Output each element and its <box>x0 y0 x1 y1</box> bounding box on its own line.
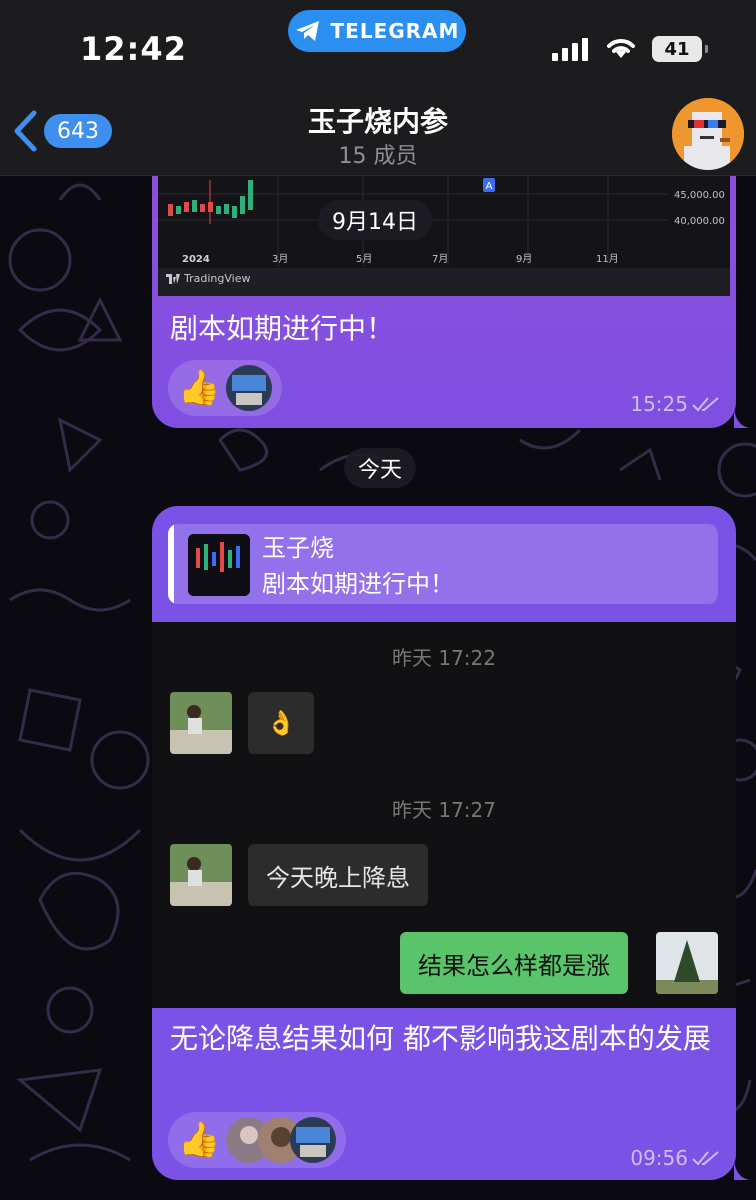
reply-preview[interactable]: 玉子烧 剧本如期进行中！ <box>168 524 718 604</box>
avatar <box>170 692 232 754</box>
telegram-icon <box>295 21 319 41</box>
message-meta: 15:25 <box>630 392 720 416</box>
double-check-icon <box>692 397 719 412</box>
month-tick: 9月 <box>516 253 532 265</box>
status-bar: 12:42 TELEGRAM 41 <box>0 0 756 92</box>
reply-author: 玉子烧 <box>262 534 334 562</box>
avatar <box>656 932 718 994</box>
month-tick: 5月 <box>356 253 372 265</box>
message-text: 剧本如期进行中！ <box>170 312 395 345</box>
reactions-bar[interactable]: 👍 <box>168 1112 347 1168</box>
date-separator: 今天 <box>344 448 417 488</box>
member-count: 15 成员 <box>338 144 418 169</box>
telegram-pill-label: TELEGRAM <box>330 19 460 43</box>
reactor-avatar <box>290 1117 337 1163</box>
wechat-timestamp: 昨天 17:27 <box>392 798 496 822</box>
chart-marker: A <box>486 181 493 192</box>
wechat-message-incoming: 👌 <box>248 692 314 754</box>
floating-date: 9月14日 <box>318 200 432 240</box>
tradingview-logo-icon <box>166 273 180 284</box>
bubble-tail <box>734 1160 750 1180</box>
double-check-icon <box>692 1151 719 1166</box>
chart-image-preview[interactable]: A 45,000.00 40,000.00 2024 3月 5月 7月 9月 1… <box>158 176 730 296</box>
month-tick: 11月 <box>596 253 619 265</box>
message-meta: 09:56 <box>630 1146 720 1170</box>
message-time: 09:56 <box>630 1146 688 1170</box>
wechat-screenshot[interactable]: 昨天 17:22 👌 昨天 17:27 今天晚上降息 结果怎么样都是涨 <box>152 622 736 1008</box>
message-time: 15:25 <box>630 392 688 416</box>
year-tick: 2024 <box>182 254 210 265</box>
reply-text: 剧本如期进行中！ <box>262 570 454 598</box>
message-text: 无论降息结果如何 都不影响我这剧本的发展 <box>170 1022 711 1055</box>
wechat-message-outgoing: 结果怎么样都是涨 <box>400 932 628 994</box>
battery-level: 41 <box>664 38 690 60</box>
chat-title[interactable]: 玉子烧内参 <box>0 100 756 140</box>
wechat-message-incoming: 今天晚上降息 <box>248 844 428 906</box>
pixel-punk-avatar-icon <box>672 98 744 170</box>
message-bubble-outgoing[interactable]: 玉子烧 剧本如期进行中！ 昨天 17:22 👌 昨天 17:27 今天晚上降息 … <box>152 506 750 1180</box>
thumbs-up-reaction-icon[interactable]: 👍 <box>178 1123 220 1157</box>
clock: 12:42 <box>80 30 187 68</box>
cellular-signal-icon <box>552 38 588 61</box>
tradingview-watermark: TradingView <box>166 272 250 285</box>
tradingview-label: TradingView <box>184 272 251 285</box>
month-tick: 3月 <box>272 253 288 265</box>
chat-header: 643 玉子烧内参 15 成员 <box>0 92 756 176</box>
message-bubble-outgoing[interactable]: A 45,000.00 40,000.00 2024 3月 5月 7月 9月 1… <box>152 176 750 428</box>
reply-thumbnail <box>188 534 250 596</box>
month-tick: 7月 <box>432 253 448 265</box>
wifi-icon <box>607 39 635 58</box>
avatar <box>170 844 232 906</box>
reactor-avatar <box>226 365 273 411</box>
price-tick: 40,000.00 <box>674 216 725 227</box>
thumbs-up-reaction-icon[interactable]: 👍 <box>178 371 220 405</box>
price-tick: 45,000.00 <box>674 190 725 201</box>
telegram-pill[interactable]: TELEGRAM <box>288 10 466 52</box>
battery-icon: 41 <box>652 36 708 62</box>
wechat-timestamp: 昨天 17:22 <box>392 646 496 670</box>
bubble-tail <box>734 408 750 428</box>
group-avatar[interactable] <box>672 98 744 170</box>
reactions-bar[interactable]: 👍 <box>168 360 283 416</box>
